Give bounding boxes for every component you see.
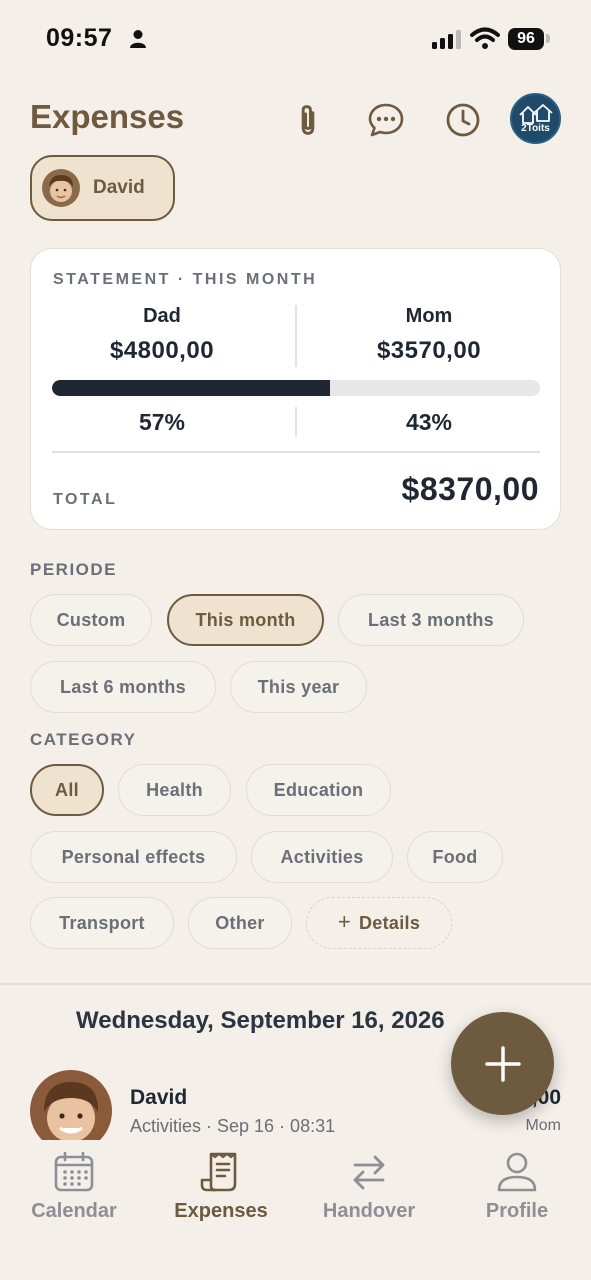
history-button[interactable] bbox=[443, 100, 483, 140]
total-label: TOTAL bbox=[53, 491, 118, 508]
category-option-activities[interactable]: Activities bbox=[251, 831, 393, 883]
attachment-button[interactable] bbox=[288, 100, 328, 140]
tab-expenses-label: Expenses bbox=[174, 1200, 268, 1222]
category-option-health[interactable]: Health bbox=[118, 764, 231, 816]
day-header: Wednesday, September 16, 2026 bbox=[76, 1007, 445, 1034]
plus-icon bbox=[484, 1045, 521, 1082]
split-progress-bar bbox=[52, 380, 540, 396]
list-separator bbox=[0, 983, 591, 985]
houses-logo-icon bbox=[518, 104, 553, 124]
child-selector-chip[interactable]: David bbox=[30, 155, 175, 221]
category-option-personal-effects[interactable]: Personal effects bbox=[30, 831, 237, 883]
category-details-button[interactable]: + Details bbox=[306, 897, 452, 949]
status-time: 09:57 bbox=[46, 24, 113, 52]
person-icon bbox=[130, 30, 146, 48]
category-option-all[interactable]: All bbox=[30, 764, 104, 816]
expense-payer: Mom bbox=[525, 1117, 561, 1134]
swap-icon bbox=[353, 1155, 385, 1190]
percent-divider bbox=[295, 407, 297, 437]
add-expense-button[interactable] bbox=[451, 1012, 554, 1115]
tab-handover[interactable]: Handover bbox=[299, 1150, 439, 1223]
periode-option-last-6-months[interactable]: Last 6 months bbox=[30, 661, 216, 713]
statement-label: STATEMENT · THIS MONTH bbox=[53, 271, 318, 288]
total-amount: $8370,00 bbox=[401, 471, 539, 507]
right-parent-name: Mom bbox=[405, 305, 453, 327]
app-header: Expenses 2Toits bbox=[0, 88, 591, 152]
status-bar: 09:57 96 bbox=[0, 0, 591, 80]
tab-profile-label: Profile bbox=[485, 1200, 549, 1222]
paperclip-icon bbox=[301, 105, 315, 135]
left-parent-amount: $4800,00 bbox=[109, 337, 215, 364]
category-option-other[interactable]: Other bbox=[188, 897, 292, 949]
clock-icon bbox=[446, 103, 480, 137]
tab-handover-label: Handover bbox=[322, 1200, 416, 1222]
periode-option-this-month[interactable]: This month bbox=[167, 594, 324, 646]
calendar-icon bbox=[54, 1151, 94, 1192]
receipt-icon bbox=[200, 1152, 237, 1192]
cellular-signal-icon bbox=[432, 30, 461, 49]
tab-profile[interactable]: Profile bbox=[447, 1150, 587, 1223]
right-parent-percent: 43% bbox=[405, 409, 453, 435]
amount-divider bbox=[295, 305, 297, 367]
user-icon bbox=[497, 1152, 537, 1192]
tab-expenses[interactable]: Expenses bbox=[151, 1150, 291, 1223]
plus-icon: + bbox=[337, 909, 351, 934]
tab-bar: Calendar Expenses Handover Profile bbox=[0, 1140, 591, 1280]
split-progress-fill bbox=[52, 380, 331, 396]
details-label: Details bbox=[359, 912, 421, 933]
right-parent-amount: $3570,00 bbox=[376, 337, 482, 364]
category-option-education[interactable]: Education bbox=[246, 764, 391, 816]
category-option-food[interactable]: Food bbox=[407, 831, 503, 883]
battery-cap bbox=[546, 34, 550, 43]
tab-calendar-label: Calendar bbox=[31, 1200, 117, 1222]
page-title: Expenses bbox=[30, 98, 185, 135]
total-divider bbox=[52, 451, 540, 453]
brand-logo-button[interactable]: 2Toits bbox=[510, 93, 561, 144]
category-label: CATEGORY bbox=[30, 730, 137, 749]
wifi-icon bbox=[470, 27, 500, 49]
tab-calendar[interactable]: Calendar bbox=[4, 1150, 144, 1223]
chat-bubble-icon bbox=[368, 103, 404, 137]
periode-option-last-3-months[interactable]: Last 3 months bbox=[338, 594, 524, 646]
category-option-transport[interactable]: Transport bbox=[30, 897, 174, 949]
left-parent-percent: 57% bbox=[138, 409, 186, 435]
child-avatar bbox=[42, 169, 80, 207]
battery-indicator: 96 bbox=[508, 28, 544, 50]
periode-option-custom[interactable]: Custom bbox=[30, 594, 152, 646]
expense-meta: Activities · Sep 16 · 08:31 bbox=[130, 1116, 336, 1136]
periode-label: PERIODE bbox=[30, 560, 118, 579]
statement-card: STATEMENT · THIS MONTH Dad $4800,00 Mom … bbox=[30, 248, 561, 530]
expense-child-name: David bbox=[130, 1086, 188, 1109]
periode-option-this-year[interactable]: This year bbox=[230, 661, 367, 713]
brand-logo-text: 2Toits bbox=[521, 123, 550, 134]
child-name: David bbox=[93, 177, 145, 198]
messages-button[interactable] bbox=[366, 100, 406, 140]
left-parent-name: Dad bbox=[143, 305, 181, 327]
